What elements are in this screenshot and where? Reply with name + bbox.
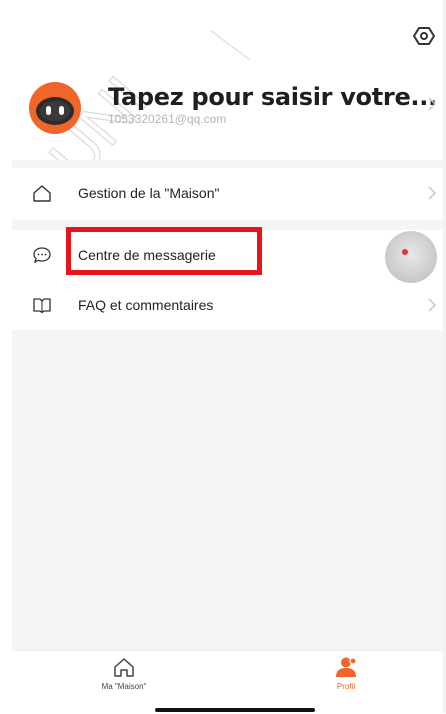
house-icon — [32, 183, 52, 203]
tab-profile-label: Profil — [336, 682, 356, 691]
tab-home-label: Ma "Maison" — [101, 682, 147, 691]
book-icon — [32, 295, 52, 315]
chat-bubble-icon — [32, 245, 52, 265]
profile-name[interactable]: Tapez pour saisir votre... — [108, 83, 437, 111]
home-section: Gestion de la "Maison" — [12, 168, 443, 220]
profile-header[interactable]: Tapez pour saisir votre... 1053320261@qq… — [12, 70, 443, 160]
menu-item-home-management[interactable]: Gestion de la "Maison" — [12, 168, 443, 218]
chevron-right-icon — [428, 298, 437, 312]
floating-assistant-button[interactable] — [385, 231, 437, 283]
menu-item-faq[interactable]: FAQ et commentaires — [12, 280, 443, 330]
menu-item-label: Gestion de la "Maison" — [78, 185, 220, 201]
section-divider — [12, 160, 443, 168]
user-icon — [336, 657, 357, 677]
notification-dot — [402, 249, 408, 255]
tab-home[interactable]: Ma "Maison" — [74, 655, 174, 695]
settings-icon[interactable] — [412, 24, 436, 48]
house-icon — [114, 658, 134, 677]
avatar[interactable] — [29, 82, 81, 134]
profile-email: 1053320261@qq.com — [108, 112, 227, 126]
menu-item-label: FAQ et commentaires — [78, 297, 214, 313]
profile-screen: HUNI Tapez pour saisir votre... 10533202… — [0, 0, 446, 714]
content-background — [12, 330, 443, 650]
tab-profile[interactable]: Profil — [296, 655, 396, 695]
tab-bar: Ma "Maison" Profil — [12, 650, 443, 714]
highlight-annotation — [66, 227, 262, 275]
chevron-right-icon — [428, 186, 437, 200]
chevron-right-icon — [428, 97, 437, 111]
home-indicator — [155, 708, 315, 712]
